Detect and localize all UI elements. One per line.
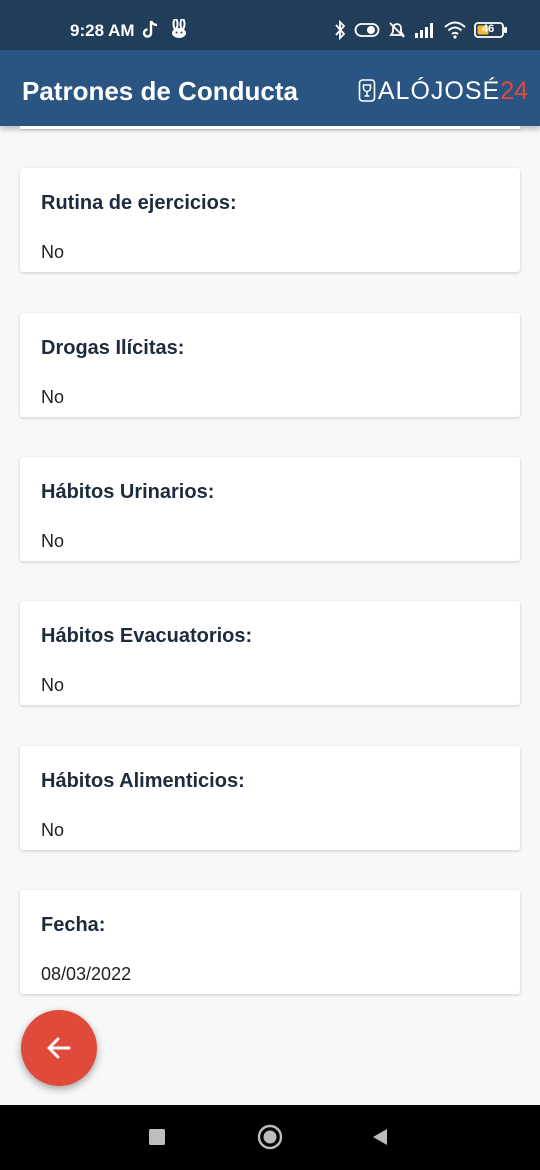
info-card-date: Fecha: 08/03/2022 [20,890,520,994]
info-card-urinary: Hábitos Urinarios: No [20,457,520,561]
card-label: Rutina de ejercicios: [41,192,237,214]
card-label: Fecha: [41,914,106,936]
bluetooth-icon [335,20,346,40]
mute-alarm-icon [389,22,405,38]
card-value: No [41,387,65,407]
status-bar: 9:28 AM 46 [0,0,540,50]
battery-level: 46 [482,23,495,35]
wifi-icon [444,21,466,39]
card-label: Hábitos Urinarios: [41,481,215,503]
previous-card-edge [20,126,520,129]
page-title: Patrones de Conducta [22,76,298,106]
app-bar: Patrones de Conducta ALÓJOSÉ 24 [0,50,540,126]
tiktok-icon [142,20,158,38]
card-value: No [41,675,65,695]
card-value: 08/03/2022 [41,964,132,984]
info-card-exercise: Rutina de ejercicios: No [20,168,520,272]
card-label: Hábitos Alimenticios: [41,770,245,792]
brand-number: 24 [500,76,528,105]
card-label: Hábitos Evacuatorios: [41,625,253,647]
system-nav-bar [0,1105,540,1170]
info-card-eating: Hábitos Alimenticios: No [20,746,520,850]
brand-name: ALÓJOSÉ [377,76,501,105]
circle-icon[interactable] [257,1124,283,1150]
card-label: Drogas Ilícitas: [41,337,185,359]
card-value: No [41,820,65,840]
back-triangle-icon[interactable] [371,1127,389,1147]
signal-icon [415,23,433,38]
status-time: 9:28 AM [70,21,135,40]
battery-icon: 46 [474,21,508,39]
info-card-evacuation: Hábitos Evacuatorios: No [20,601,520,705]
card-value: No [41,531,65,551]
bunny-icon [172,18,187,38]
wine-glass-icon [358,79,376,102]
info-card-drugs: Drogas Ilícitas: No [20,313,520,417]
brand-logo: ALÓJOSÉ 24 [358,76,528,106]
toggle-icon [354,23,380,37]
arrow-left-icon [47,1037,71,1059]
square-icon[interactable] [148,1128,166,1146]
back-fab-button[interactable] [21,1010,97,1086]
card-value: No [41,242,65,262]
